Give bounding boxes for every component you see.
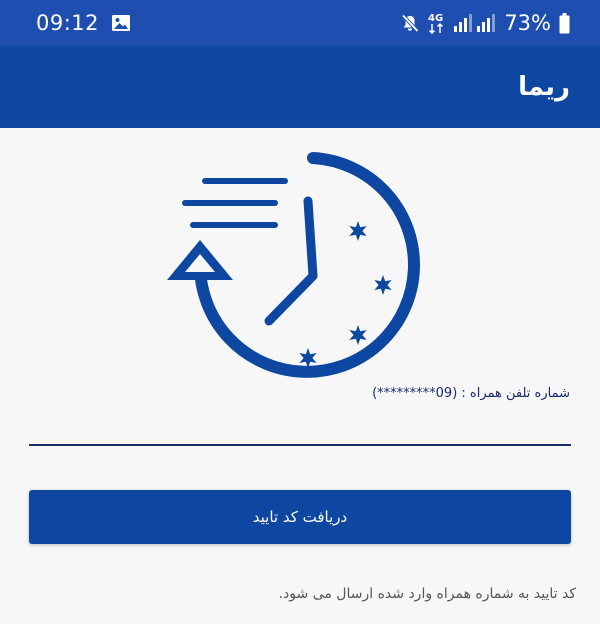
network-4g-icon: 4G	[428, 13, 443, 34]
get-verification-code-button[interactable]: دریافت کد تایید	[29, 490, 571, 544]
signal-icon	[454, 14, 496, 32]
phone-number-label: شماره تلفن همراه : (09*********)	[372, 386, 570, 401]
status-bar: 09:12 4G 73%	[0, 0, 600, 46]
clock-history-icon	[167, 152, 420, 378]
status-indicators: 4G 73%	[400, 11, 570, 35]
network-type-text: 4G	[428, 13, 443, 24]
battery-icon	[559, 12, 570, 33]
gallery-icon	[112, 15, 131, 31]
status-time: 09:12	[36, 11, 100, 35]
app-title: ریما	[518, 72, 570, 102]
mute-icon	[402, 14, 420, 33]
battery-percentage: 73%	[504, 11, 551, 35]
login-content: شماره تلفن همراه : (09*********) دریافت …	[0, 128, 600, 624]
phone-number-input[interactable]	[29, 418, 571, 446]
verification-info-text: کد تایید به شماره همراه وارد شده ارسال م…	[278, 586, 576, 602]
app-bar: ریما	[0, 46, 600, 128]
